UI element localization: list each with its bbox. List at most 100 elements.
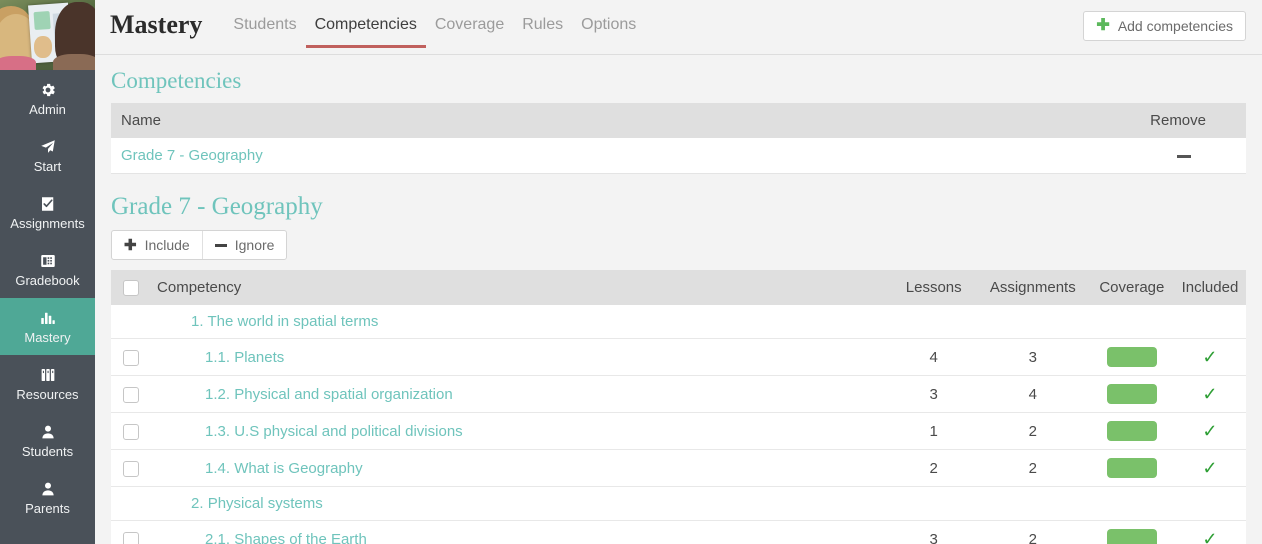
minus-icon[interactable] bbox=[1177, 155, 1191, 158]
lessons-cell: 3 bbox=[892, 376, 976, 413]
table-row: 1.1. Planets 43 ✓ bbox=[111, 339, 1246, 376]
tab-rules[interactable]: Rules bbox=[513, 0, 572, 50]
lessons-cell bbox=[892, 487, 976, 521]
include-button[interactable]: ✚ Include bbox=[112, 231, 202, 259]
coverage-cell bbox=[1090, 413, 1174, 450]
tab-options[interactable]: Options bbox=[572, 0, 645, 50]
sidebar-item-mastery[interactable]: Mastery bbox=[0, 298, 95, 355]
sidebar-item-label: Resources bbox=[16, 388, 78, 402]
row-checkbox[interactable] bbox=[123, 461, 139, 477]
add-competencies-label: Add competencies bbox=[1118, 18, 1233, 34]
table-row: 1.4. What is Geography22✓ bbox=[111, 450, 1246, 487]
table-group-row: 1. The world in spatial terms bbox=[111, 305, 1246, 339]
books-icon bbox=[38, 365, 58, 385]
included-cell: ✓ bbox=[1174, 339, 1246, 376]
coverage-bar bbox=[1107, 347, 1157, 367]
sidebar-item-label: Mastery bbox=[24, 331, 70, 345]
sidebar-item-assignments[interactable]: Assignments bbox=[0, 184, 95, 241]
check-icon: ✓ bbox=[1202, 421, 1217, 441]
app-root: AdminStartAssignmentsGradebookMasteryRes… bbox=[0, 0, 1262, 544]
table-header-row: Competency Lessons Assignments Coverage … bbox=[111, 270, 1246, 305]
included-cell: ✓ bbox=[1174, 376, 1246, 413]
plus-icon: ✚ bbox=[124, 238, 137, 253]
tab-coverage[interactable]: Coverage bbox=[426, 0, 513, 50]
row-select-cell bbox=[111, 450, 149, 487]
lessons-cell: 3 bbox=[892, 521, 976, 544]
sidebar-item-students[interactable]: Students bbox=[0, 412, 95, 469]
column-header-coverage: Coverage bbox=[1090, 270, 1174, 305]
competency-link[interactable]: 1.1. Planets bbox=[155, 349, 284, 366]
row-select-cell bbox=[111, 305, 149, 339]
competency-name-cell: 1.4. What is Geography bbox=[149, 450, 892, 487]
competency-name-cell: 1.1. Planets bbox=[149, 339, 892, 376]
person-icon bbox=[38, 422, 58, 442]
included-cell bbox=[1174, 487, 1246, 521]
assignments-cell: 2 bbox=[976, 413, 1090, 450]
sidebar-item-label: Students bbox=[22, 445, 73, 459]
row-checkbox[interactable] bbox=[123, 532, 139, 544]
check-icon: ✓ bbox=[1202, 347, 1217, 367]
coverage-bar bbox=[1107, 458, 1157, 478]
competency-name-cell: 1. The world in spatial terms bbox=[149, 305, 892, 339]
table-group-row: 2. Physical systems bbox=[111, 487, 1246, 521]
sidebar-item-label: Parents bbox=[25, 502, 70, 516]
tab-competencies[interactable]: Competencies bbox=[306, 0, 426, 50]
sidebar-item-start[interactable]: Start bbox=[0, 127, 95, 184]
sidebar-item-resources[interactable]: Resources bbox=[0, 355, 95, 412]
competency-name-cell: 2.1. Shapes of the Earth bbox=[149, 521, 892, 544]
column-header-competency: Competency bbox=[149, 270, 892, 305]
row-checkbox[interactable] bbox=[123, 424, 139, 440]
competency-group-link[interactable]: 1. The world in spatial terms bbox=[155, 313, 378, 330]
plus-icon: ✚ bbox=[1096, 18, 1109, 34]
sidebar-item-parents[interactable]: Parents bbox=[0, 469, 95, 526]
competency-link[interactable]: 2.1. Shapes of the Earth bbox=[155, 531, 367, 544]
included-cell: ✓ bbox=[1174, 521, 1246, 544]
included-cell: ✓ bbox=[1174, 450, 1246, 487]
row-checkbox[interactable] bbox=[123, 350, 139, 366]
tab-students[interactable]: Students bbox=[224, 0, 305, 50]
included-cell: ✓ bbox=[1174, 413, 1246, 450]
lessons-cell bbox=[892, 305, 976, 339]
column-header-remove: Remove bbox=[797, 103, 1246, 138]
assignments-cell bbox=[976, 487, 1090, 521]
table-header-row: Name Remove bbox=[111, 103, 1246, 138]
sidebar-photo bbox=[0, 0, 95, 70]
add-competencies-button[interactable]: ✚ Add competencies bbox=[1083, 11, 1246, 41]
coverage-cell bbox=[1090, 376, 1174, 413]
assignments-cell: 2 bbox=[976, 450, 1090, 487]
row-checkbox[interactable] bbox=[123, 387, 139, 403]
table-row: 1.3. U.S physical and political division… bbox=[111, 413, 1246, 450]
lessons-cell: 4 bbox=[892, 339, 976, 376]
sidebar-item-admin[interactable]: Admin bbox=[0, 70, 95, 127]
bar-chart-icon bbox=[38, 308, 58, 328]
competency-link[interactable]: 1.2. Physical and spatial organization bbox=[155, 386, 453, 403]
select-all-checkbox[interactable] bbox=[123, 280, 139, 296]
coverage-cell bbox=[1090, 521, 1174, 544]
competency-name-cell: 1.2. Physical and spatial organization bbox=[149, 376, 892, 413]
sidebar-item-label: Admin bbox=[29, 103, 66, 117]
checked-document-icon bbox=[38, 194, 58, 214]
coverage-cell bbox=[1090, 339, 1174, 376]
remove-cell bbox=[797, 138, 1246, 174]
sidebar-item-gradebook[interactable]: Gradebook bbox=[0, 241, 95, 298]
gear-icon bbox=[38, 80, 58, 100]
competency-link[interactable]: 1.3. U.S physical and political division… bbox=[155, 423, 463, 440]
competency-link[interactable]: 1.4. What is Geography bbox=[155, 460, 363, 477]
row-select-cell bbox=[111, 521, 149, 544]
competency-group-link[interactable]: 2. Physical systems bbox=[155, 495, 323, 512]
assignments-cell: 3 bbox=[976, 339, 1090, 376]
table-row: 2.1. Shapes of the Earth32✓ bbox=[111, 521, 1246, 544]
row-select-cell bbox=[111, 487, 149, 521]
column-header-lessons: Lessons bbox=[892, 270, 976, 305]
ignore-button[interactable]: Ignore bbox=[202, 231, 287, 259]
column-header-assignments: Assignments bbox=[976, 270, 1090, 305]
page-title: Mastery bbox=[110, 0, 202, 50]
table-row: Grade 7 - Geography bbox=[111, 138, 1246, 174]
grid-table-icon bbox=[38, 251, 58, 271]
competency-link[interactable]: Grade 7 - Geography bbox=[121, 147, 263, 164]
select-all-header bbox=[111, 270, 149, 305]
include-label: Include bbox=[145, 237, 190, 253]
detail-section-title: Grade 7 - Geography bbox=[111, 194, 1246, 220]
competency-detail-table: Competency Lessons Assignments Coverage … bbox=[111, 270, 1246, 544]
minus-icon bbox=[215, 244, 227, 247]
